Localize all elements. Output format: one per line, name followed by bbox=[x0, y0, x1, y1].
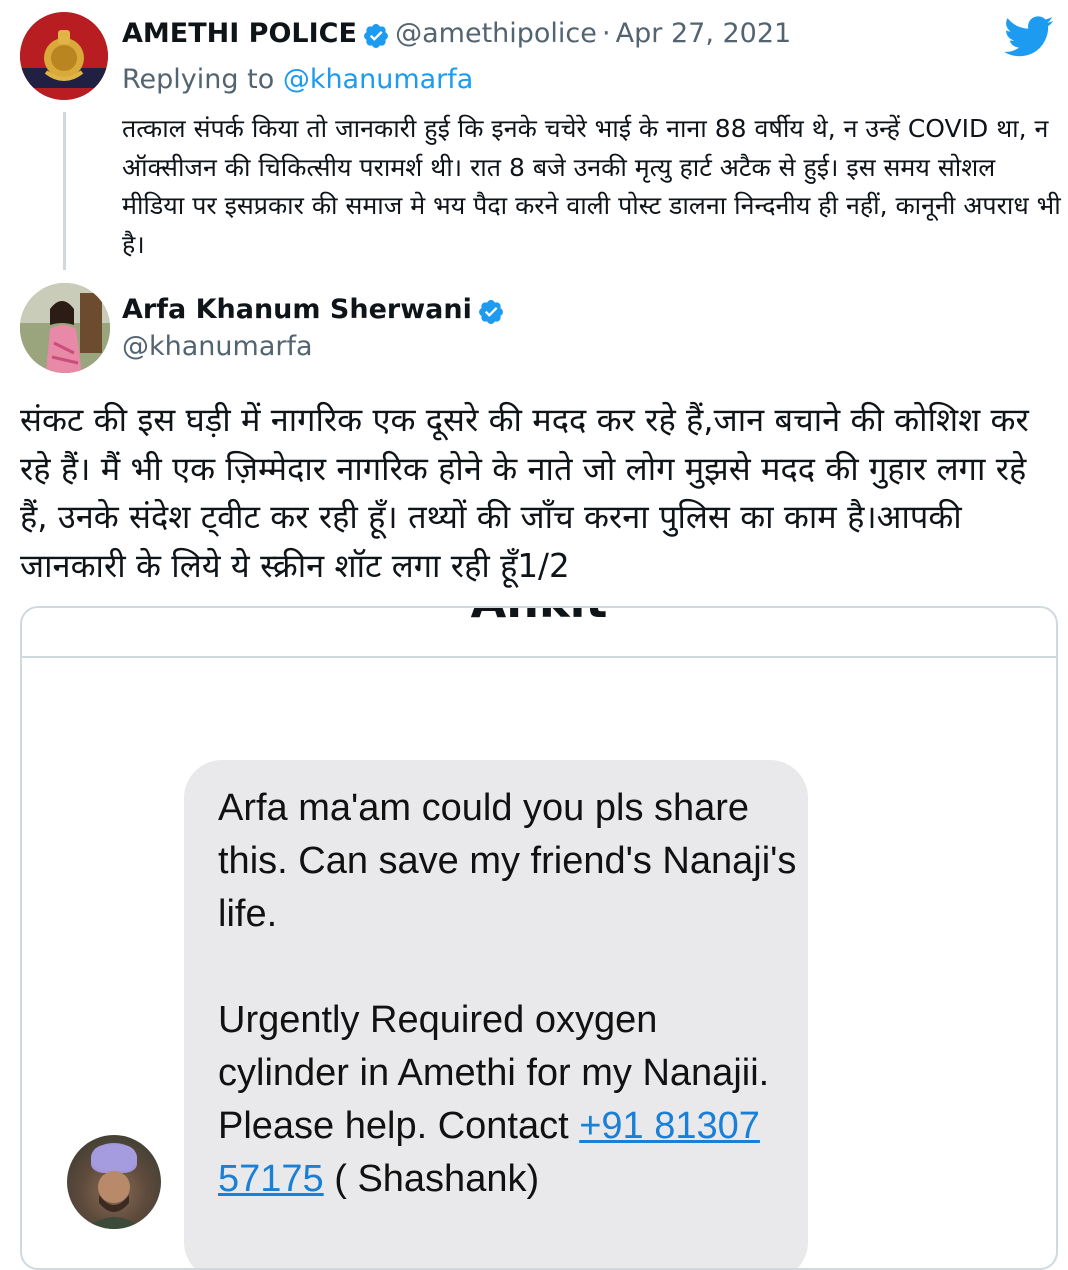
main-tweet-header: Arfa Khanum Sherwani bbox=[122, 294, 505, 330]
arfa-avatar[interactable] bbox=[20, 283, 110, 373]
chat-header-divider bbox=[22, 656, 1056, 658]
tweet-media-image[interactable]: Ankit Arfa ma'am could you pls share thi… bbox=[20, 606, 1058, 1270]
main-author-name[interactable]: Arfa Khanum Sherwani bbox=[122, 294, 472, 325]
main-tweet-text: संकट की इस घड़ी में नागरिक एक दूसरे की म… bbox=[20, 401, 1029, 585]
twitter-bird-icon[interactable] bbox=[1004, 16, 1054, 62]
message-body: Arfa ma'am could you pls share this. Can… bbox=[218, 787, 797, 1147]
verified-badge-icon bbox=[362, 22, 390, 54]
main-author-handle[interactable]: @khanumarfa bbox=[122, 331, 313, 362]
chat-contact-name: Ankit bbox=[22, 608, 1056, 628]
reply-tweet-header: AMETHI POLICE @amethipolice · Apr 27, 20… bbox=[122, 18, 791, 54]
police-emblem-icon bbox=[20, 12, 108, 100]
reply-author-handle[interactable]: @amethipolice bbox=[395, 18, 597, 49]
message-bubble: Arfa ma'am could you pls share this. Can… bbox=[184, 760, 808, 1268]
verified-badge-icon bbox=[477, 298, 505, 330]
sender-photo-icon bbox=[85, 1145, 143, 1229]
separator-dot: · bbox=[601, 18, 611, 49]
amethi-police-avatar[interactable] bbox=[20, 12, 108, 100]
replying-mention-link[interactable]: @khanumarfa bbox=[283, 64, 474, 95]
profile-photo-icon bbox=[20, 283, 110, 373]
message-text: Arfa ma'am could you pls share this. Can… bbox=[218, 782, 798, 1206]
reply-author-name[interactable]: AMETHI POLICE bbox=[122, 18, 357, 49]
thread-connector-line bbox=[63, 112, 66, 270]
replying-to-line: Replying to @khanumarfa bbox=[122, 64, 473, 95]
reply-date[interactable]: Apr 27, 2021 bbox=[616, 18, 792, 49]
reply-tweet-text: तत्काल संपर्क किया तो जानकारी हुई कि इनक… bbox=[122, 114, 1061, 259]
message-suffix: ( Shashank) bbox=[323, 1158, 540, 1200]
replying-prefix: Replying to bbox=[122, 64, 275, 95]
sender-avatar bbox=[67, 1135, 161, 1229]
